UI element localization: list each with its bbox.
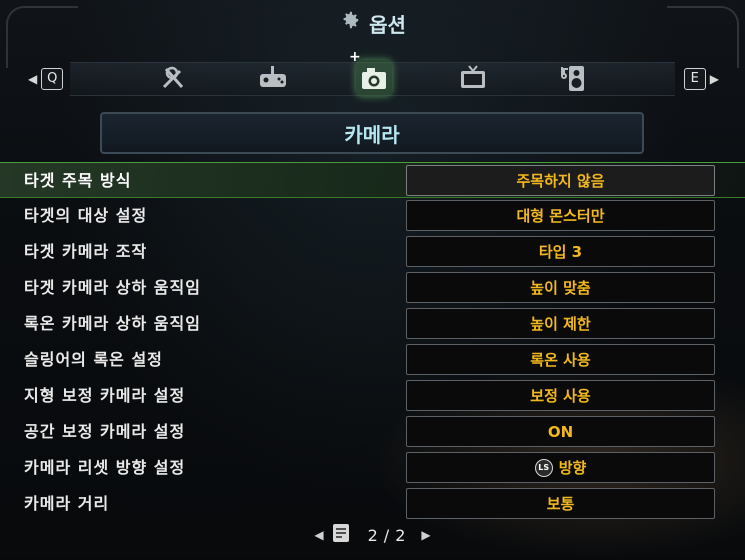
setting-label: 공간 보정 카메라 설정 [24,422,186,441]
setting-row-lockon-camera-vertical[interactable]: 록온 카메라 상하 움직임 높이 제한 [0,306,745,342]
tools-icon [162,66,184,89]
setting-value-selector[interactable]: 보통 [406,488,715,519]
gamepad-icon [260,66,286,87]
setting-label: 슬링어의 록온 설정 [24,350,163,369]
category-tabs: ◀ Q E ▶ [0,52,745,108]
prev-page-button[interactable]: ◀ [314,528,323,542]
total-pages: 2 [395,525,406,545]
setting-label: 지형 보정 카메라 설정 [24,386,186,405]
setting-value: 방향 [558,459,587,477]
setting-row-camera-reset-direction[interactable]: 카메라 리셋 방향 설정 LS 방향 [0,450,745,486]
setting-row-space-correction[interactable]: 공간 보정 카메라 설정 ON [0,414,745,450]
display-icon [461,65,485,88]
ls-stick-icon: LS [534,458,553,477]
speaker-icon [561,66,584,91]
setting-row-target-type[interactable]: 타겟의 대상 설정 대형 몬스터만 [0,198,745,234]
setting-label: 타겟 카메라 조작 [24,242,148,261]
setting-value-selector[interactable]: 높이 맞춤 [406,272,715,303]
tab-tools[interactable] [155,60,191,96]
setting-value: ON [547,422,574,441]
setting-row-target-camera-control[interactable]: 타겟 카메라 조작 타입 3 [0,234,745,270]
page-separator: / [383,525,390,545]
setting-value: 높이 맞춤 [530,279,591,297]
settings-list: 타겟 주목 방식 주목하지 않음 타겟의 대상 설정 대형 몬스터만 타겟 카메… [0,162,745,522]
setting-label: 타겟 카메라 상하 움직임 [24,278,201,297]
setting-value: 타입 3 [538,243,583,261]
tab-camera[interactable] [356,60,392,96]
tab-controls[interactable] [255,60,291,96]
setting-value-selector[interactable]: 보정 사용 [406,380,715,411]
current-page: 2 [367,525,378,545]
setting-value: 보정 사용 [530,387,591,405]
setting-value-selector[interactable]: LS 방향 [406,452,715,483]
prev-tab-button[interactable]: ◀ Q [28,68,64,90]
setting-row-camera-distance[interactable]: 카메라 거리 보통 [0,486,745,522]
plus-icon: + [349,49,361,65]
setting-label: 타겟의 대상 설정 [24,206,148,225]
setting-label: 카메라 거리 [24,494,110,513]
prev-tab-key: Q [41,68,64,90]
setting-value-selector[interactable]: 주목하지 않음 [406,165,715,196]
setting-row-slinger-lockon[interactable]: 슬링어의 록온 설정 록온 사용 [0,342,745,378]
setting-value: 주목하지 않음 [516,172,605,190]
title-text: 옵션 [369,12,406,37]
gear-icon [339,9,361,37]
setting-value: 높이 제한 [530,315,591,333]
page-indicator: ◀ 2/2 ▶ [0,520,745,550]
document-icon [330,522,352,548]
setting-value-selector[interactable]: ON [406,416,715,447]
tab-sound[interactable] [556,60,592,96]
setting-value-selector[interactable]: 대형 몬스터만 [406,200,715,231]
setting-label: 카메라 리셋 방향 설정 [24,458,186,477]
section-title: 카메라 [100,112,644,154]
camera-icon [362,68,386,89]
setting-row-target-camera-vertical[interactable]: 타겟 카메라 상하 움직임 높이 맞춤 [0,270,745,306]
next-tab-button[interactable]: E ▶ [683,68,719,90]
next-tab-key: E [683,68,706,90]
setting-value-selector[interactable]: 록온 사용 [406,344,715,375]
setting-value-selector[interactable]: 타입 3 [406,236,715,267]
tab-display[interactable] [455,60,491,96]
arrow-right-icon: ▶ [709,72,719,86]
setting-value: 록온 사용 [530,351,591,369]
setting-label: 록온 카메라 상하 움직임 [24,314,201,333]
setting-value: 대형 몬스터만 [516,207,605,225]
arrow-left-icon: ◀ [28,72,38,86]
setting-row-terrain-correction[interactable]: 지형 보정 카메라 설정 보정 사용 [0,378,745,414]
setting-label: 타겟 주목 방식 [24,171,132,190]
setting-row-target-mode[interactable]: 타겟 주목 방식 주목하지 않음 [0,162,745,198]
setting-value: 보통 [546,495,575,513]
setting-value-selector[interactable]: 높이 제한 [406,308,715,339]
options-title: 옵션 [0,6,745,40]
next-page-button[interactable]: ▶ [421,528,430,542]
